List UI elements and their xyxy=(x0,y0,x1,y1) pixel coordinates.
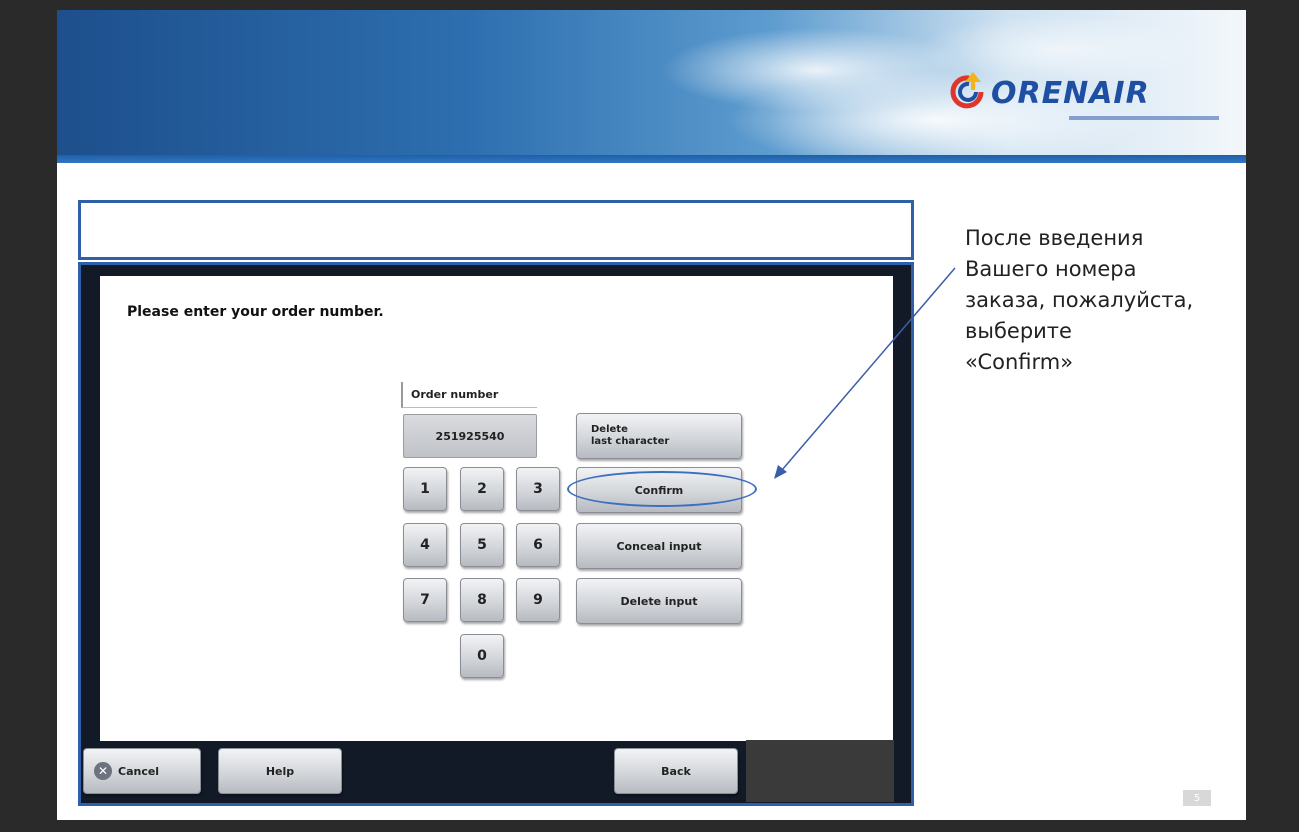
delete-last-character-button[interactable]: Delete last character xyxy=(576,413,742,459)
annotation-line: выберите xyxy=(965,319,1072,343)
key-3[interactable]: 3 xyxy=(516,467,560,511)
key-4[interactable]: 4 xyxy=(403,523,447,567)
key-9[interactable]: 9 xyxy=(516,578,560,622)
key-5[interactable]: 5 xyxy=(460,523,504,567)
key-1[interactable]: 1 xyxy=(403,467,447,511)
dark-panel xyxy=(746,740,894,802)
annotation-line: Вашего номера xyxy=(965,257,1137,281)
kiosk-screen: Please enter your order number. Order nu… xyxy=(78,262,914,806)
logo-tagline xyxy=(1069,116,1219,120)
banner-stripe xyxy=(57,155,1246,163)
close-icon: ✕ xyxy=(94,762,112,780)
key-0[interactable]: 0 xyxy=(460,634,504,678)
key-8[interactable]: 8 xyxy=(460,578,504,622)
annotation-line: «Confirm» xyxy=(965,350,1074,374)
annotation-line: После введения xyxy=(965,226,1144,250)
orenair-logo-icon xyxy=(947,70,989,112)
help-button[interactable]: Help xyxy=(218,748,342,794)
blank-title-bar xyxy=(78,200,914,260)
conceal-input-button[interactable]: Conceal input xyxy=(576,523,742,569)
delete-last-line1: Delete xyxy=(591,424,628,435)
page-number: 5 xyxy=(1183,790,1211,806)
instruction-annotation: После введения Вашего номера заказа, пож… xyxy=(965,223,1245,378)
key-2[interactable]: 2 xyxy=(460,467,504,511)
cancel-label: Cancel xyxy=(118,764,160,778)
slide: ORENAIR Please enter your order number. … xyxy=(57,10,1246,820)
delete-last-line2: last character xyxy=(591,436,670,447)
key-7[interactable]: 7 xyxy=(403,578,447,622)
logo: ORENAIR xyxy=(947,70,1219,130)
prompt-text: Please enter your order number. xyxy=(127,304,384,320)
order-number-display: 251925540 xyxy=(403,414,537,458)
back-button[interactable]: Back xyxy=(614,748,738,794)
key-6[interactable]: 6 xyxy=(516,523,560,567)
annotation-line: заказа, пожалуйста, xyxy=(965,288,1194,312)
cancel-button[interactable]: ✕ Cancel xyxy=(83,748,201,794)
delete-input-button[interactable]: Delete input xyxy=(576,578,742,624)
confirm-button[interactable]: Confirm xyxy=(576,467,742,513)
order-number-label: Order number xyxy=(401,382,537,408)
logo-wordmark: ORENAIR xyxy=(991,76,1150,111)
kiosk-content: Please enter your order number. Order nu… xyxy=(100,276,893,741)
